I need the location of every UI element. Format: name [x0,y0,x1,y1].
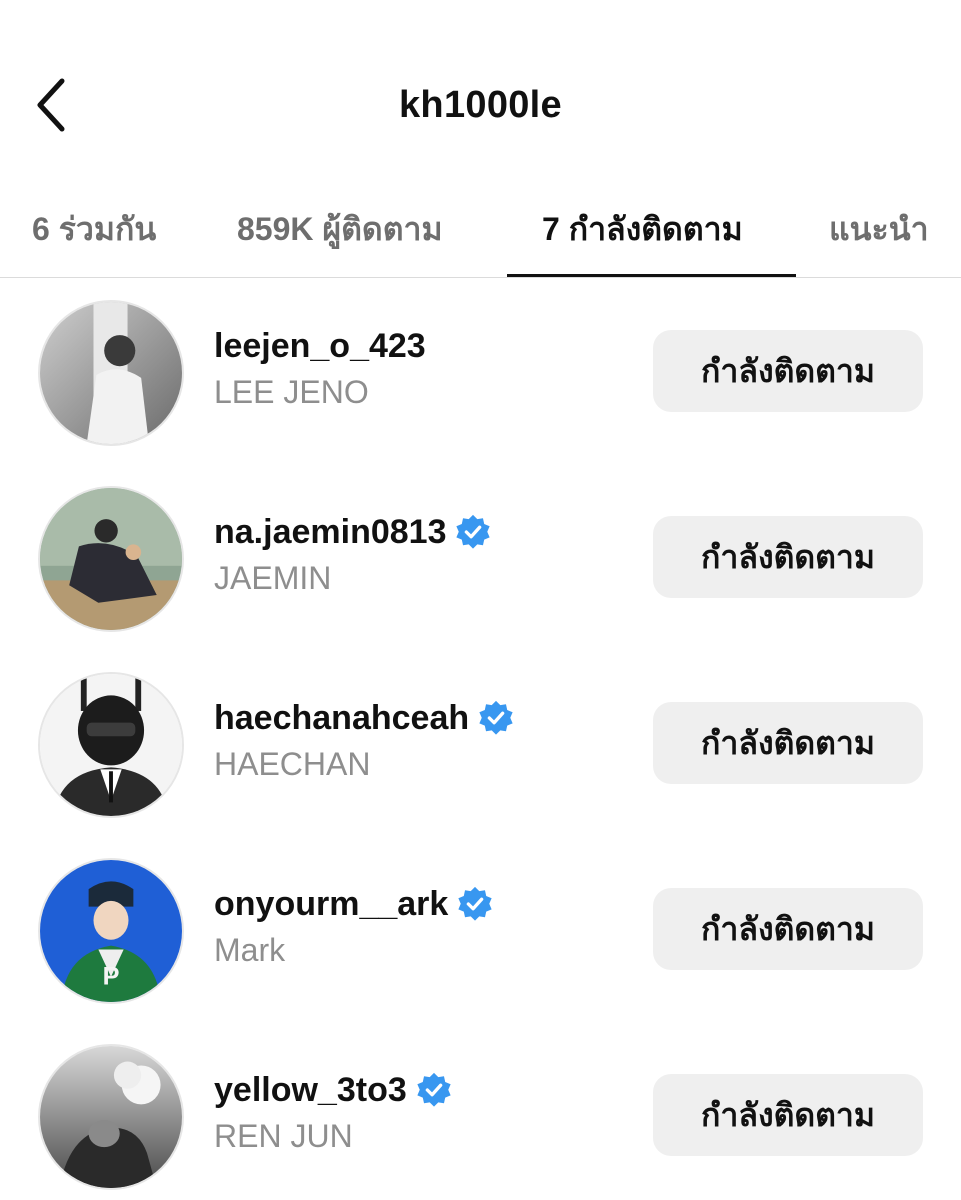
verified-badge-icon [479,700,513,735]
full-name: JAEMIN [214,560,332,596]
following-button[interactable]: กำลังติดตาม [653,516,923,598]
username[interactable]: yellow_3to3 [214,1071,407,1110]
account-names: onyourm__ark Mark [214,882,494,969]
verified-badge-icon [417,1072,451,1107]
list-item[interactable]: P onyourm__ark Mark กำลังติดตาม [0,836,961,1022]
avatar-image [40,674,182,816]
full-name: REN JUN [214,1118,353,1154]
tab-suggested[interactable]: แนะนำ [829,204,929,255]
verified-badge-icon [458,886,492,921]
full-name: Mark [214,932,286,968]
following-button[interactable]: กำลังติดตาม [653,888,923,970]
username[interactable]: leejen_o_423 [214,327,426,366]
account-names: na.jaemin0813 JAEMIN [214,510,492,597]
tab-bar: 6 ร่วมกัน 859K ผู้ติดตาม 7 กำลังติดตาม แ… [0,186,961,278]
avatar-image [40,488,182,630]
svg-text:P: P [103,962,120,990]
list-item[interactable]: na.jaemin0813 JAEMIN กำลังติดตาม [0,464,961,650]
list-item[interactable]: leejen_o_423 LEE JENO กำลังติดตาม [0,278,961,464]
avatar-image [40,302,182,444]
following-button[interactable]: กำลังติดตาม [653,1074,923,1156]
avatar[interactable] [38,300,184,446]
tab-following[interactable]: 7 กำลังติดตาม [542,204,743,255]
avatar[interactable]: P [38,858,184,1004]
username[interactable]: haechanahceah [214,699,469,738]
avatar-image: P [40,860,182,1002]
top-header: kh1000le [0,0,961,180]
list-item[interactable]: haechanahceah HAECHAN กำลังติดตาม [0,650,961,836]
account-names: leejen_o_423 LEE JENO [214,324,426,411]
avatar-image [40,1046,182,1188]
account-names: haechanahceah HAECHAN [214,696,515,783]
username[interactable]: onyourm__ark [214,885,448,924]
full-name: HAECHAN [214,746,371,782]
active-tab-indicator [507,274,796,277]
verified-badge-icon [456,514,491,549]
following-button[interactable]: กำลังติดตาม [653,702,923,784]
full-name: LEE JENO [214,374,369,410]
avatar[interactable] [38,486,184,632]
following-button[interactable]: กำลังติดตาม [653,330,923,412]
list-item[interactable]: yellow_3to3 REN JUN กำลังติดตาม [0,1022,961,1200]
avatar[interactable] [38,1044,184,1190]
tab-mutual[interactable]: 6 ร่วมกัน [32,204,156,255]
account-names: yellow_3to3 REN JUN [214,1068,453,1155]
avatar[interactable] [38,672,184,818]
tab-followers[interactable]: 859K ผู้ติดตาม [237,204,443,255]
page-title: kh1000le [399,84,562,126]
username[interactable]: na.jaemin0813 [214,513,446,552]
